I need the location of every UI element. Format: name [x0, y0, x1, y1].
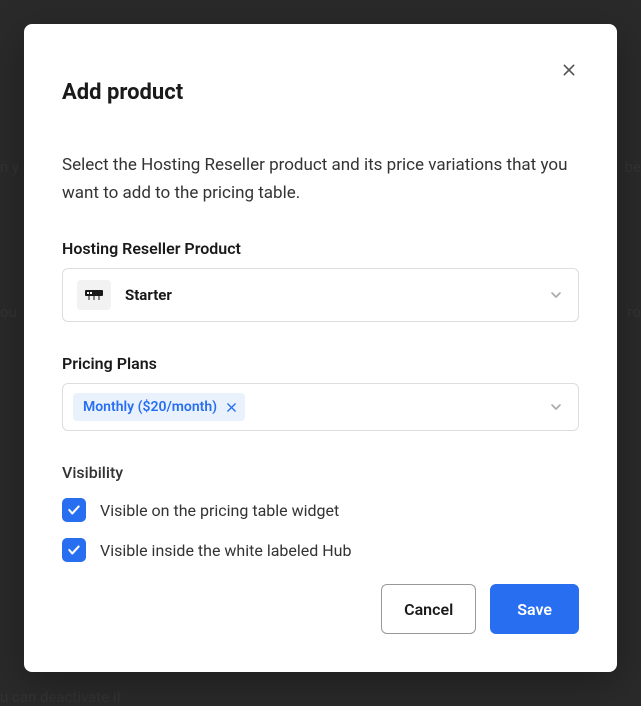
product-section-label: Hosting Reseller Product: [62, 239, 579, 258]
visibility-checkbox-hub[interactable]: [62, 538, 86, 562]
save-button[interactable]: Save: [490, 584, 579, 634]
close-icon: [226, 402, 237, 413]
modal-description: Select the Hosting Reseller product and …: [62, 151, 579, 207]
close-button[interactable]: [555, 56, 583, 84]
check-icon: [67, 503, 81, 517]
visibility-section: Visibility Visible on the pricing table …: [62, 463, 579, 562]
close-icon: [561, 62, 577, 78]
plan-chip: Monthly ($20/month): [73, 393, 245, 421]
product-selected-value: Starter: [125, 286, 172, 304]
bg-text-fragment: ro: [628, 303, 641, 321]
check-icon: [67, 543, 81, 557]
bg-text-fragment: u can deactivate it: [0, 688, 121, 706]
visibility-label: Visibility: [62, 463, 579, 482]
add-product-modal: Add product Select the Hosting Reseller …: [24, 24, 617, 672]
visibility-option-label: Visible inside the white labeled Hub: [100, 541, 351, 560]
visibility-option-row: Visible inside the white labeled Hub: [62, 538, 579, 562]
plans-section-label: Pricing Plans: [62, 354, 579, 373]
modal-footer: Cancel Save: [62, 584, 579, 634]
cancel-button[interactable]: Cancel: [381, 584, 476, 634]
visibility-option-row: Visible on the pricing table widget: [62, 498, 579, 522]
plan-chip-remove[interactable]: [223, 399, 239, 415]
server-icon: [84, 289, 104, 301]
plan-chip-label: Monthly ($20/month): [83, 399, 217, 415]
bg-text-fragment: be: [625, 158, 641, 176]
chevron-down-icon: [548, 399, 564, 415]
visibility-checkbox-widget[interactable]: [62, 498, 86, 522]
chevron-down-icon: [548, 287, 564, 303]
bg-text-fragment: n y: [0, 158, 19, 176]
plans-select[interactable]: Monthly ($20/month): [62, 383, 579, 431]
bg-text-fragment: ou: [0, 303, 17, 321]
modal-title: Add product: [62, 80, 579, 105]
visibility-option-label: Visible on the pricing table widget: [100, 501, 339, 520]
product-icon-container: [77, 280, 111, 310]
product-select[interactable]: Starter: [62, 268, 579, 322]
